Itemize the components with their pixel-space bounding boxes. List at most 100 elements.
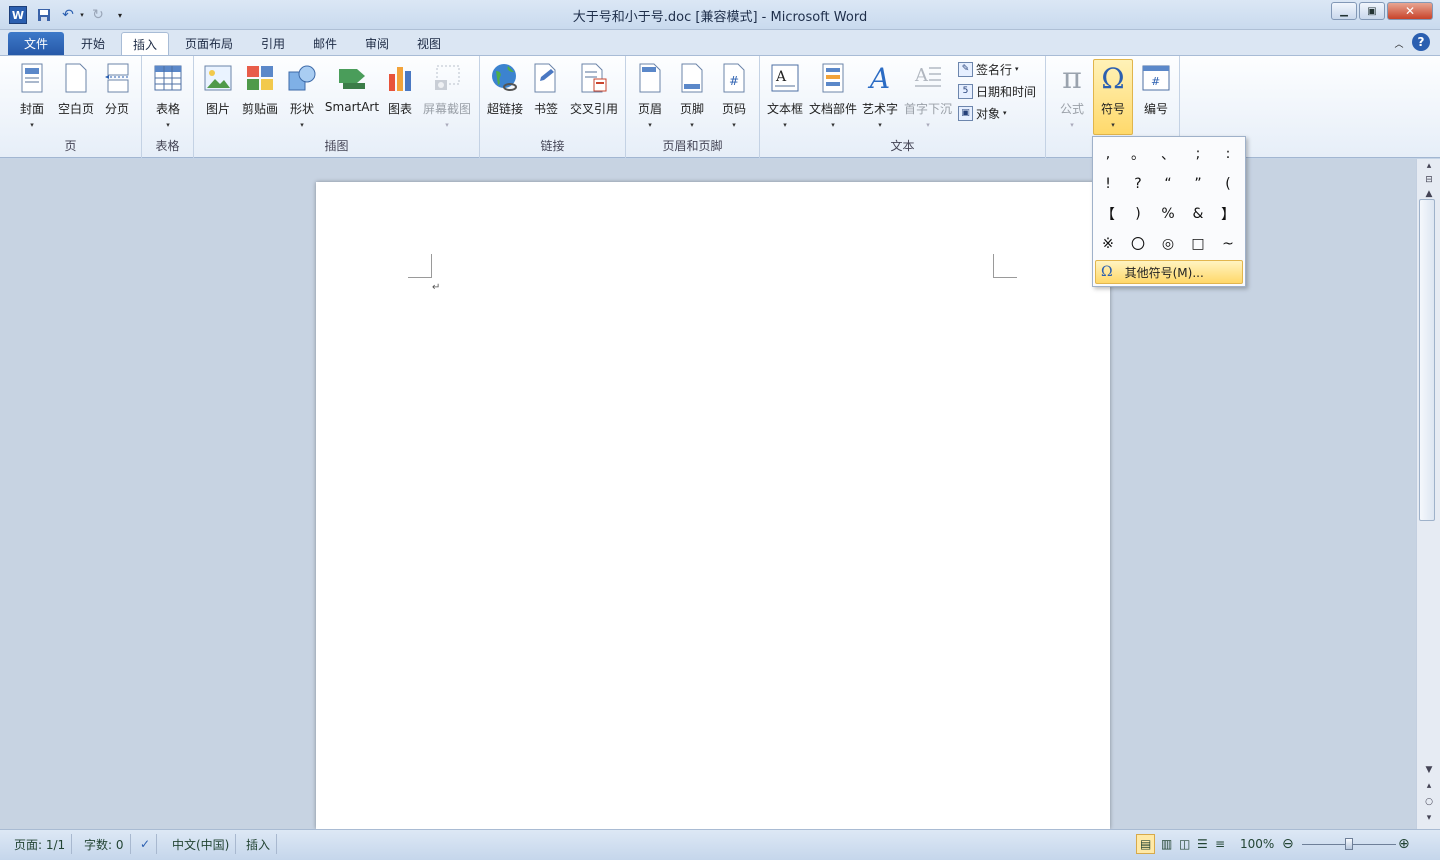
outline-icon[interactable]: ☰ <box>1194 834 1211 854</box>
symbol-cell[interactable]: ; <box>1184 142 1212 166</box>
page-break-button[interactable]: 分页 <box>100 60 134 132</box>
scroll-split-icon[interactable]: ▴ <box>1421 161 1437 171</box>
symbol-cell[interactable]: 、 <box>1154 142 1182 166</box>
signature-line-button[interactable]: ✎ 签名行 ▾ <box>958 59 1019 79</box>
symbol-cell[interactable]: ※ <box>1094 232 1122 256</box>
symbol-cell[interactable]: ) <box>1124 202 1152 226</box>
cover-page-icon <box>17 62 47 94</box>
scroll-down-icon[interactable]: ▼ <box>1421 763 1437 777</box>
numbering-button[interactable]: # 编号 <box>1138 60 1174 132</box>
omega-icon: Ω <box>1101 264 1113 280</box>
symbol-cell[interactable]: ◎ <box>1154 232 1182 256</box>
web-layout-icon[interactable]: ◫ <box>1176 834 1193 854</box>
tab-file[interactable]: 文件 <box>8 32 64 55</box>
page-count[interactable]: 页面: 1/1 <box>8 834 73 854</box>
maximize-button[interactable]: ▣ <box>1359 2 1385 20</box>
symbol-cell[interactable]: 】 <box>1214 202 1242 226</box>
tab-mailings[interactable]: 邮件 <box>302 32 348 55</box>
object-button[interactable]: ▣ 对象 ▾ <box>958 103 1007 123</box>
symbol-cell[interactable]: ” <box>1184 172 1212 196</box>
shapes-icon <box>287 62 317 94</box>
zoom-slider-thumb[interactable] <box>1345 838 1353 850</box>
full-screen-reading-icon[interactable]: ▥ <box>1158 834 1175 854</box>
quick-parts-button[interactable]: 文档部件 ▾ <box>808 60 858 132</box>
symbol-cell[interactable]: & <box>1184 202 1212 226</box>
previous-page-icon[interactable]: ▴ <box>1421 779 1437 793</box>
clip-art-button[interactable]: 剪贴画 <box>240 60 280 132</box>
drop-cap-icon: A <box>913 62 943 94</box>
language-indicator[interactable]: 中文(中国) <box>166 834 237 854</box>
symbol-dropdown: ,。、;:!? “”( 【)% &】 ※ 〇 ◎ □ ~ Ω 其他符号(M)... <box>1092 136 1246 287</box>
table-button[interactable]: 表格 ▾ <box>150 60 186 132</box>
footer-button[interactable]: 页脚 ▾ <box>676 60 708 132</box>
close-button[interactable]: ✕ <box>1387 2 1433 20</box>
more-symbols-button[interactable]: Ω 其他符号(M)... <box>1095 260 1243 284</box>
picture-button[interactable]: 图片 <box>200 60 236 132</box>
symbol-cell[interactable]: % <box>1154 202 1182 226</box>
symbol-cell[interactable]: 【 <box>1094 202 1122 226</box>
signature-icon: ✎ <box>958 61 973 77</box>
blank-page-button[interactable]: 空白页 <box>56 60 96 132</box>
symbol-cell[interactable]: ~ <box>1214 232 1242 256</box>
tab-review[interactable]: 审阅 <box>354 32 400 55</box>
symbol-cell[interactable]: ( <box>1214 172 1242 196</box>
collapse-ribbon-icon[interactable]: ︿ <box>1392 34 1406 52</box>
zoom-in-icon[interactable]: ⊕ <box>1396 834 1412 854</box>
zoom-out-icon[interactable]: ⊖ <box>1280 834 1296 854</box>
symbol-cell[interactable]: □ <box>1184 232 1212 256</box>
symbol-cell[interactable]: 〇 <box>1124 232 1152 256</box>
drop-cap-button[interactable]: A 首字下沉 ▾ <box>902 60 954 132</box>
tab-view[interactable]: 视图 <box>406 32 452 55</box>
insert-mode[interactable]: 插入 <box>240 834 278 854</box>
select-browse-object-icon[interactable]: ○ <box>1421 795 1437 809</box>
ribbon-tabs: 文件 开始 插入 页面布局 引用 邮件 审阅 视图 ︿ ? <box>0 30 1440 55</box>
symbol-cell[interactable]: ! <box>1094 172 1122 196</box>
cover-page-button[interactable]: 封面 ▾ <box>14 60 50 132</box>
word-count[interactable]: 字数: 0 <box>78 834 131 854</box>
header-button[interactable]: 页眉 ▾ <box>634 60 666 132</box>
minimize-button[interactable]: ▁ <box>1331 2 1357 20</box>
page-break-icon <box>102 62 132 94</box>
document-page[interactable]: ↵ <box>316 182 1110 829</box>
ruler-toggle-icon[interactable]: ⊟ <box>1421 173 1437 187</box>
tab-references[interactable]: 引用 <box>250 32 296 55</box>
shapes-button[interactable]: 形状 ▾ <box>284 60 320 132</box>
equation-button[interactable]: π 公式 ▾ <box>1052 60 1092 132</box>
bookmark-icon <box>531 62 561 94</box>
draft-icon[interactable]: ≡ <box>1212 834 1228 854</box>
page-number-icon: # <box>719 62 749 94</box>
symbol-cell[interactable]: “ <box>1154 172 1182 196</box>
hyperlink-button[interactable]: 超链接 <box>484 60 526 132</box>
symbol-button[interactable]: Ω 符号 ▾ <box>1093 59 1133 135</box>
group-page: 封面 ▾ 空白页 分页 页 <box>0 56 142 158</box>
screenshot-button[interactable]: 屏幕截图 ▾ <box>420 60 474 132</box>
group-header-footer: 页眉 ▾ 页脚 ▾ # 页码 ▾ 页眉和页脚 <box>626 56 760 158</box>
cross-reference-button[interactable]: 交叉引用 <box>566 60 622 132</box>
print-layout-icon[interactable]: ▤ <box>1136 834 1156 854</box>
proofing-icon[interactable]: ✓ <box>134 834 158 854</box>
help-icon[interactable]: ? <box>1412 33 1430 51</box>
symbol-cell[interactable]: : <box>1214 142 1242 166</box>
pi-icon: π <box>1062 60 1082 96</box>
symbol-cell[interactable]: 。 <box>1124 142 1152 166</box>
next-page-icon[interactable]: ▾ <box>1421 811 1437 825</box>
symbol-cell[interactable]: , <box>1094 142 1122 166</box>
page-number-button[interactable]: # 页码 ▾ <box>718 60 750 132</box>
tab-insert[interactable]: 插入 <box>121 32 169 55</box>
group-links-label: 链接 <box>540 139 565 153</box>
tab-page-layout[interactable]: 页面布局 <box>178 32 240 55</box>
text-box-button[interactable]: A 文本框 ▾ <box>764 60 806 132</box>
smartart-button[interactable]: SmartArt <box>324 60 380 132</box>
zoom-level[interactable]: 100% <box>1234 834 1280 854</box>
bookmark-button[interactable]: 书签 <box>530 60 562 132</box>
vertical-scrollbar[interactable]: ▴ ⊟ ▲ ▼ ▴ ○ ▾ <box>1416 159 1440 829</box>
window-title: 大于号和小于号.doc [兼容模式] - Microsoft Word <box>572 10 868 25</box>
scroll-thumb[interactable] <box>1419 199 1435 521</box>
symbol-cell[interactable]: ? <box>1124 172 1152 196</box>
svg-text:A: A <box>914 65 929 86</box>
group-illustrations-label: 插图 <box>324 139 349 153</box>
date-time-button[interactable]: 5 日期和时间 <box>958 81 1036 101</box>
chart-button[interactable]: 图表 <box>384 60 416 132</box>
wordart-button[interactable]: A 艺术字 ▾ <box>862 60 898 132</box>
tab-home[interactable]: 开始 <box>70 32 116 55</box>
